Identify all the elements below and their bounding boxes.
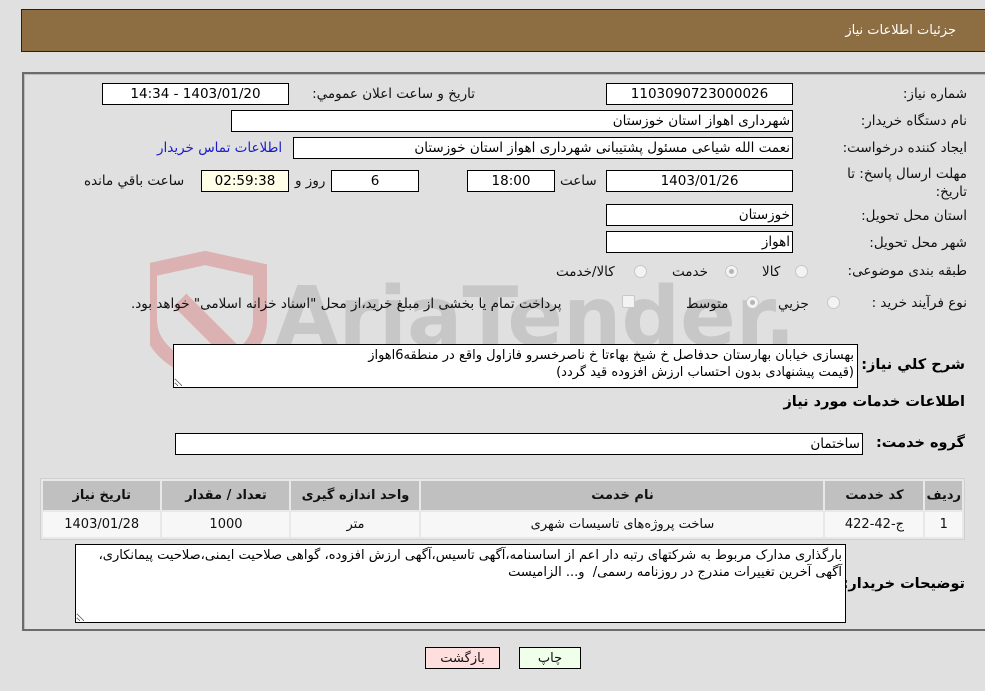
table-header-row: ردیف کد خدمت نام خدمت واحد اندازه گیری ت… [43, 481, 962, 510]
print-button[interactable]: چاپ [519, 647, 581, 669]
purchase-type-radio-medium[interactable] [746, 296, 759, 309]
col-unit: واحد اندازه گیری [291, 481, 420, 510]
buyer-contact-link[interactable]: اطلاعات تماس خریدار [157, 140, 282, 156]
service-group-label: گروه خدمت: [875, 435, 965, 451]
delivery-city-label: شهر محل تحویل: [869, 235, 967, 251]
buyer-notes-label: توضیحات خریدار: [842, 576, 965, 592]
category-radio-service[interactable] [725, 265, 738, 278]
deadline-label: مهلت ارسال پاسخ: تا تاریخ: [847, 166, 967, 200]
cell-unit: متر [291, 512, 420, 537]
category-option-service: خدمت [672, 264, 708, 280]
buyer-notes-textarea[interactable]: بارگذاری مدارک مربوط به شرکتهای رتبه دار… [75, 544, 846, 623]
page-title: جزئیات اطلاعات نیاز [845, 23, 956, 38]
purchase-type-option-medium: متوسط [686, 296, 729, 312]
purchase-type-radio-minor[interactable] [827, 296, 840, 309]
requester-label: ایجاد کننده درخواست: [842, 140, 967, 156]
col-service-code: کد خدمت [825, 481, 924, 510]
table-row: 1 ج-42-422 ساخت پروژه‌های تاسیسات شهری م… [43, 512, 962, 537]
category-radio-goods-service[interactable] [634, 265, 647, 278]
buyer-org-field: شهرداری اهواز استان خوزستان [231, 110, 793, 132]
col-service-name: نام خدمت [421, 481, 824, 510]
remaining-time-label: ساعت باقي مانده [84, 173, 185, 189]
need-number-label: شماره نیاز: [902, 86, 967, 102]
category-radio-goods[interactable] [795, 265, 808, 278]
description-label: شرح کلي نياز: [861, 357, 965, 373]
description-textarea[interactable]: بهسازی خیابان بهارستان حدفاصل خ شیخ بهاء… [173, 344, 858, 388]
cell-service-code: ج-42-422 [825, 512, 924, 537]
service-group-field: ساختمان [175, 433, 863, 455]
announce-datetime-label: تاریخ و ساعت اعلان عمومي: [312, 86, 475, 102]
days-label: روز و [295, 173, 326, 189]
delivery-province-field: خوزستان [606, 204, 793, 226]
buyer-org-label: نام دستگاه خریدار: [860, 113, 967, 129]
cell-need-date: 1403/01/28 [43, 512, 161, 537]
category-label: طبقه بندی موضوعی: [847, 263, 967, 279]
col-need-date: تاریخ نیاز [43, 481, 161, 510]
cell-quantity: 1000 [162, 512, 290, 537]
remaining-time-field: 02:59:38 [201, 170, 289, 192]
deadline-time-label: ساعت [560, 173, 597, 189]
back-button[interactable]: بازگشت [425, 647, 500, 669]
services-section-title: اطلاعات خدمات مورد نیاز [783, 394, 965, 410]
treasury-checkbox[interactable] [622, 295, 635, 308]
page-header: جزئیات اطلاعات نیاز [21, 9, 985, 52]
announce-datetime-field: 1403/01/20 - 14:34 [102, 83, 289, 105]
category-option-goods-service: کالا/خدمت [556, 264, 615, 280]
treasury-note: پرداخت تمام یا بخشی از مبلغ خرید،از محل … [131, 296, 562, 312]
requester-field: نعمت الله شیاعی مسئول پشتیبانی شهرداری ا… [293, 137, 793, 159]
purchase-type-label: نوع فرآیند خرید : [871, 295, 967, 311]
deadline-date-field: 1403/01/26 [606, 170, 793, 192]
need-number-field: 1103090723000026 [606, 83, 793, 105]
cell-row-number: 1 [925, 512, 962, 537]
remaining-days-field: 6 [331, 170, 419, 192]
col-quantity: تعداد / مقدار [162, 481, 290, 510]
services-table: ردیف کد خدمت نام خدمت واحد اندازه گیری ت… [40, 478, 965, 540]
purchase-type-option-minor: جزيي [778, 296, 809, 312]
deadline-time-field: 18:00 [467, 170, 555, 192]
delivery-city-field: اهواز [606, 231, 793, 253]
delivery-province-label: استان محل تحویل: [861, 208, 967, 224]
col-row-number: ردیف [925, 481, 962, 510]
cell-service-name: ساخت پروژه‌های تاسیسات شهری [421, 512, 824, 537]
category-option-goods: کالا [762, 264, 781, 280]
